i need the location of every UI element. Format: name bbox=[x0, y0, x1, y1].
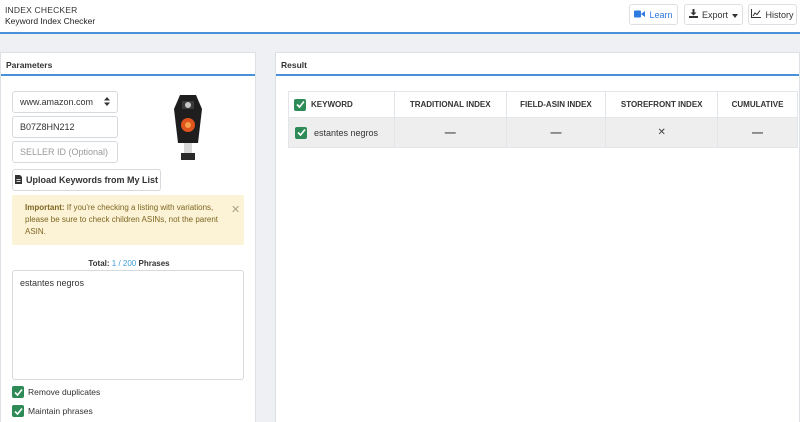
download-icon bbox=[688, 9, 698, 20]
storefront-index-cell: ✕ bbox=[605, 117, 719, 148]
result-table: KEYWORD TRADITIONAL INDEX FIELD-ASIN IND… bbox=[288, 91, 798, 148]
line-chart-icon bbox=[751, 9, 762, 20]
column-cumulative: CUMULATIVE bbox=[717, 91, 798, 118]
parameters-title: Parameters bbox=[1, 53, 255, 76]
caret-down-icon bbox=[732, 10, 738, 20]
column-storefront-index: STOREFRONT INDEX bbox=[605, 91, 719, 118]
file-icon bbox=[14, 174, 22, 186]
maintain-phrases-option[interactable]: Maintain phrases bbox=[12, 405, 93, 417]
column-traditional-index: TRADITIONAL INDEX bbox=[393, 91, 507, 118]
learn-label: Learn bbox=[649, 9, 673, 20]
keywords-textarea[interactable]: estantes negros bbox=[12, 270, 244, 380]
x-mark-icon: ✕ bbox=[657, 127, 666, 138]
column-keyword[interactable]: KEYWORD bbox=[288, 91, 395, 118]
parameters-panel: Parameters www.amazon.com B07Z8HN212 SEL… bbox=[0, 52, 256, 422]
total-suffix: Phrases bbox=[138, 259, 170, 268]
variations-alert: Important: If you're checking a listing … bbox=[12, 195, 244, 245]
total-label: Total: bbox=[88, 259, 110, 268]
video-camera-icon bbox=[634, 10, 646, 20]
checkbox-checked-icon[interactable] bbox=[12, 405, 24, 417]
marketplace-value: www.amazon.com bbox=[20, 97, 94, 107]
field-asin-index-cell: — bbox=[505, 117, 607, 148]
column-keyword-label: KEYWORD bbox=[311, 100, 353, 109]
column-field-asin-index: FIELD-ASIN INDEX bbox=[505, 91, 607, 118]
cumulative-cell: — bbox=[717, 117, 798, 148]
alert-strong: Important: bbox=[25, 203, 65, 212]
total-phrases: Total: 1 / 200 Phrases bbox=[1, 259, 257, 268]
close-icon[interactable]: ✕ bbox=[231, 204, 240, 216]
learn-button[interactable]: Learn bbox=[629, 4, 678, 25]
history-button[interactable]: History bbox=[748, 4, 797, 25]
top-bar: INDEX CHECKER Keyword Index Checker Lear… bbox=[0, 0, 800, 34]
history-label: History bbox=[765, 9, 794, 20]
table-row: estantes negros — — ✕ — bbox=[288, 117, 798, 148]
app-title: INDEX CHECKER bbox=[5, 5, 78, 15]
checkbox-checked-icon[interactable] bbox=[12, 386, 24, 398]
product-thumbnail bbox=[174, 95, 202, 160]
upload-label: Upload Keywords from My List bbox=[25, 175, 159, 185]
dash-icon: — bbox=[550, 126, 562, 139]
checkbox-checked-icon[interactable] bbox=[294, 98, 306, 111]
table-header-row: KEYWORD TRADITIONAL INDEX FIELD-ASIN IND… bbox=[288, 91, 798, 118]
dash-icon: — bbox=[752, 126, 764, 139]
dash-icon: — bbox=[444, 126, 456, 139]
seller-id-input[interactable]: SELLER ID (Optional) bbox=[12, 141, 118, 163]
remove-duplicates-label: Remove duplicates bbox=[28, 387, 101, 397]
export-button[interactable]: Export bbox=[684, 4, 743, 25]
keyword-text: estantes negros bbox=[314, 127, 379, 138]
marketplace-select[interactable]: www.amazon.com bbox=[12, 91, 118, 113]
checkbox-checked-icon[interactable] bbox=[295, 126, 307, 139]
asin-input[interactable]: B07Z8HN212 bbox=[12, 116, 118, 138]
total-count: 1 / 200 bbox=[111, 259, 137, 268]
result-panel: Result KEYWORD TRADITIONAL INDEX FIELD-A… bbox=[275, 52, 800, 422]
export-label: Export bbox=[701, 9, 728, 20]
sort-arrows-icon bbox=[104, 96, 110, 108]
maintain-phrases-label: Maintain phrases bbox=[28, 406, 93, 416]
keyword-cell[interactable]: estantes negros bbox=[288, 117, 395, 148]
app-subtitle: Keyword Index Checker bbox=[5, 16, 96, 26]
result-title: Result bbox=[276, 53, 799, 76]
traditional-index-cell: — bbox=[393, 117, 507, 148]
remove-duplicates-option[interactable]: Remove duplicates bbox=[12, 386, 100, 398]
upload-keywords-button[interactable]: Upload Keywords from My List bbox=[12, 169, 161, 191]
